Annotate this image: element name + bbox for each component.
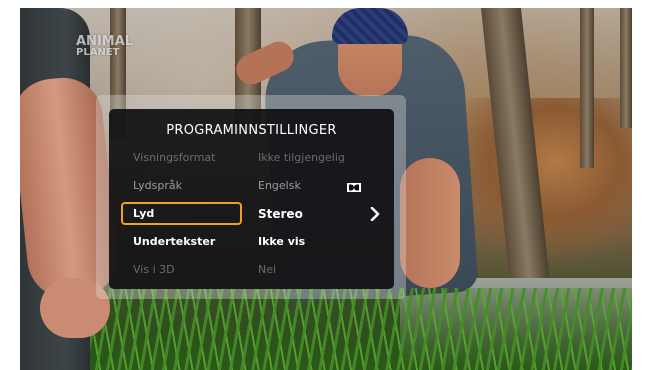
menu-value-lydsprak: Engelsk — [258, 179, 301, 192]
chevron-right-icon[interactable] — [369, 207, 381, 221]
menu-item-lydsprak[interactable]: Lydspråk — [133, 179, 182, 192]
channel-logo: ANIMAL PLANET — [76, 34, 134, 58]
channel-logo-line1: ANIMAL — [76, 34, 134, 49]
swamp-grass — [20, 288, 632, 370]
menu-value-vis-i-3d: Nei — [258, 263, 277, 276]
tree-trunk — [620, 8, 632, 128]
presenter-bandana — [332, 8, 408, 44]
menu-item-vis-i-3d[interactable]: Vis i 3D — [133, 263, 175, 276]
tree-trunk — [580, 8, 594, 168]
menu-item-lyd[interactable]: Lyd — [133, 207, 154, 220]
menu-item-visningsformat[interactable]: Visningsformat — [133, 151, 215, 164]
program-settings-menu: PROGRAMINNSTILLINGER Visningsformat Ikke… — [109, 109, 394, 289]
menu-value-visningsformat: Ikke tilgjengelig — [258, 151, 345, 164]
menu-title: PROGRAMINNSTILLINGER — [166, 123, 337, 138]
dolby-icon — [347, 183, 361, 192]
menu-item-undertekster[interactable]: Undertekster — [133, 235, 215, 248]
menu-value-lyd[interactable]: Stereo — [258, 207, 303, 221]
menu-value-undertekster: Ikke vis — [258, 235, 306, 248]
presenter-arm — [400, 158, 460, 288]
